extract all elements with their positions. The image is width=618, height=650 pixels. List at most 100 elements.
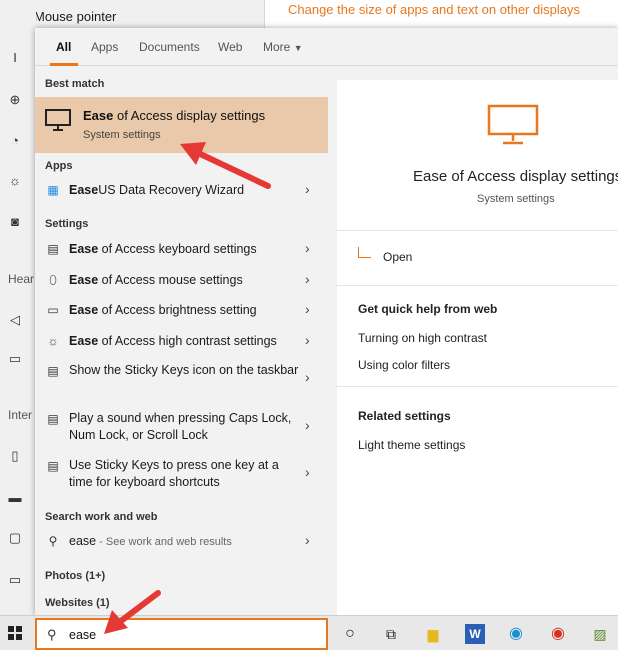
list-item-easeus[interactable]: ▦ EaseUS Data Recovery Wizard › bbox=[35, 179, 328, 201]
photos-header[interactable]: Photos (1+) bbox=[45, 570, 105, 582]
websites-header[interactable]: Websites (1) bbox=[45, 597, 110, 609]
open-action[interactable]: Open bbox=[383, 250, 412, 264]
task-view-icon[interactable]: ⧉ bbox=[381, 624, 401, 644]
monitor-icon: ▭ bbox=[47, 303, 59, 317]
audio-icon[interactable]: ◁ bbox=[7, 312, 23, 328]
chevron-right-icon[interactable]: › bbox=[305, 464, 310, 480]
search-icon: ⚲ bbox=[47, 627, 57, 642]
interaction-heading: Inter bbox=[8, 408, 33, 422]
keyboard-icon[interactable]: ▬ bbox=[7, 490, 23, 506]
chevron-right-icon[interactable]: › bbox=[305, 532, 310, 548]
mouse-icon[interactable]: ▢ bbox=[7, 530, 23, 546]
settings-nav-top: ↖ Mouse pointer bbox=[0, 0, 264, 30]
word-icon[interactable]: W bbox=[465, 624, 485, 644]
list-item-label: Ease of Access brightness setting bbox=[69, 303, 257, 317]
search-icon: ⚲ bbox=[48, 534, 58, 548]
results-list: Best match Ease of Access display settin… bbox=[35, 67, 328, 615]
list-item-play-sound[interactable]: ▤ Play a sound when pressing Caps Lock, … bbox=[35, 407, 328, 447]
settings-content-top: Change the size of apps and text on othe… bbox=[265, 0, 618, 28]
list-item-brightness[interactable]: ▭ Ease of Access brightness setting › bbox=[35, 298, 328, 322]
tab-web[interactable]: Web bbox=[218, 40, 242, 54]
color-filters-icon[interactable]: ◔ bbox=[7, 133, 23, 149]
best-match-subtitle: System settings bbox=[83, 129, 161, 141]
mouse-pointer-label[interactable]: Mouse pointer bbox=[34, 9, 116, 24]
list-item-label: Show the Sticky Keys icon on the taskbar bbox=[69, 363, 299, 377]
list-item-keyboard[interactable]: ▤ Ease of Access keyboard settings › bbox=[35, 237, 328, 261]
chevron-right-icon[interactable]: › bbox=[305, 301, 310, 317]
list-item-mouse[interactable]: ⬯ Ease of Access mouse settings › bbox=[35, 268, 328, 292]
divider bbox=[337, 285, 618, 286]
list-item-label: Play a sound when pressing Caps Lock, Nu… bbox=[69, 411, 292, 442]
quick-help-link[interactable]: Turning on high contrast bbox=[358, 331, 487, 345]
keyboard-icon: ▤ bbox=[47, 412, 59, 426]
tab-all[interactable]: All bbox=[56, 40, 71, 54]
chevron-right-icon[interactable]: › bbox=[305, 181, 310, 197]
magnifier-icon[interactable]: ⊕ bbox=[7, 92, 23, 108]
list-item-web-search[interactable]: ⚲ ease - See work and web results › bbox=[35, 529, 328, 553]
list-item-label: Ease of Access keyboard settings bbox=[69, 242, 257, 256]
search-web-header: Search work and web bbox=[45, 511, 158, 523]
settings-header: Settings bbox=[45, 218, 89, 230]
tab-apps[interactable]: Apps bbox=[91, 40, 118, 54]
quick-help-header: Get quick help from web bbox=[358, 302, 498, 316]
chevron-right-icon[interactable]: › bbox=[305, 332, 310, 348]
text-cursor-icon[interactable]: I bbox=[7, 50, 23, 66]
settings-nav-sidebar: I ⊕ ◔ ☼ ◙ Hear ◁ ▭ Inter ▯ ▬ ▢ ▭ bbox=[0, 0, 36, 615]
taskbar: ⚲ ease ○ ⧉ ▆ W ◉ ◉ ▨ bbox=[0, 615, 618, 650]
active-tab-indicator bbox=[50, 63, 78, 66]
tab-more-label: More bbox=[263, 40, 291, 54]
open-icon bbox=[358, 247, 371, 258]
hearing-heading: Hear bbox=[8, 272, 35, 286]
windows-start-icon[interactable] bbox=[8, 626, 22, 640]
keyboard-icon: ▤ bbox=[47, 459, 59, 473]
eye-control-icon[interactable]: ▭ bbox=[7, 572, 23, 588]
apps-header: Apps bbox=[45, 160, 73, 172]
chevron-right-icon[interactable]: › bbox=[305, 271, 310, 287]
edge-icon[interactable]: ◉ bbox=[506, 624, 526, 644]
narrator-icon[interactable]: ◙ bbox=[7, 214, 23, 230]
tab-documents[interactable]: Documents bbox=[139, 40, 200, 54]
captions-icon[interactable]: ▭ bbox=[7, 351, 23, 367]
chevron-right-icon[interactable]: › bbox=[305, 240, 310, 256]
taskbar-search-field[interactable]: ⚲ ease bbox=[35, 618, 328, 650]
list-item-sticky-keys-icon[interactable]: ▤ Show the Sticky Keys icon on the taskb… bbox=[35, 359, 328, 399]
list-item-label: Use Sticky Keys to press one key at a ti… bbox=[69, 458, 279, 489]
quick-help-link[interactable]: Using color filters bbox=[358, 358, 450, 372]
list-item-label: Ease of Access mouse settings bbox=[69, 273, 243, 287]
chevron-down-icon: ▼ bbox=[293, 43, 303, 53]
monitor-icon bbox=[45, 109, 71, 131]
detail-subtitle: System settings bbox=[477, 193, 555, 205]
related-settings-header: Related settings bbox=[358, 409, 451, 423]
list-item-high-contrast[interactable]: ☼ Ease of Access high contrast settings … bbox=[35, 329, 328, 353]
divider bbox=[337, 230, 618, 231]
chevron-right-icon[interactable]: › bbox=[305, 417, 310, 433]
screen: ↖ Mouse pointer Change the size of apps … bbox=[0, 0, 618, 650]
app-icon: ▦ bbox=[47, 183, 59, 197]
divider bbox=[337, 386, 618, 387]
list-item-use-sticky-keys[interactable]: ▤ Use Sticky Keys to press one key at a … bbox=[35, 454, 328, 494]
best-match-title: Ease of Access display settings bbox=[83, 108, 266, 123]
chrome-icon[interactable]: ◉ bbox=[548, 624, 568, 644]
best-match-item[interactable]: Ease of Access display settings System s… bbox=[35, 97, 328, 153]
search-panel: All Apps Documents Web More ▼ Best match… bbox=[35, 28, 618, 615]
microphone-icon[interactable]: ▯ bbox=[7, 448, 23, 464]
monitor-icon bbox=[487, 104, 539, 145]
high-contrast-icon[interactable]: ☼ bbox=[7, 173, 23, 189]
cortana-icon[interactable]: ○ bbox=[340, 624, 360, 644]
search-input[interactable]: ease bbox=[69, 628, 96, 642]
list-item-label: Ease of Access high contrast settings bbox=[69, 334, 277, 348]
related-settings-link[interactable]: Light theme settings bbox=[358, 438, 465, 452]
detail-pane: Ease of Access display settings System s… bbox=[337, 80, 618, 615]
chevron-right-icon[interactable]: › bbox=[305, 369, 310, 385]
list-item-label: EaseUS Data Recovery Wizard bbox=[69, 183, 245, 197]
keyboard-icon: ▤ bbox=[47, 364, 59, 378]
sun-icon: ☼ bbox=[47, 334, 59, 348]
change-size-link[interactable]: Change the size of apps and text on othe… bbox=[288, 2, 580, 17]
best-match-header: Best match bbox=[45, 78, 105, 90]
keyboard-icon: ▤ bbox=[47, 242, 59, 256]
notepad-icon[interactable]: ▨ bbox=[590, 624, 610, 644]
mouse-icon: ⬯ bbox=[49, 273, 57, 287]
tab-more[interactable]: More ▼ bbox=[263, 40, 303, 54]
detail-title: Ease of Access display settings bbox=[413, 168, 618, 185]
file-explorer-icon[interactable]: ▆ bbox=[423, 624, 443, 644]
